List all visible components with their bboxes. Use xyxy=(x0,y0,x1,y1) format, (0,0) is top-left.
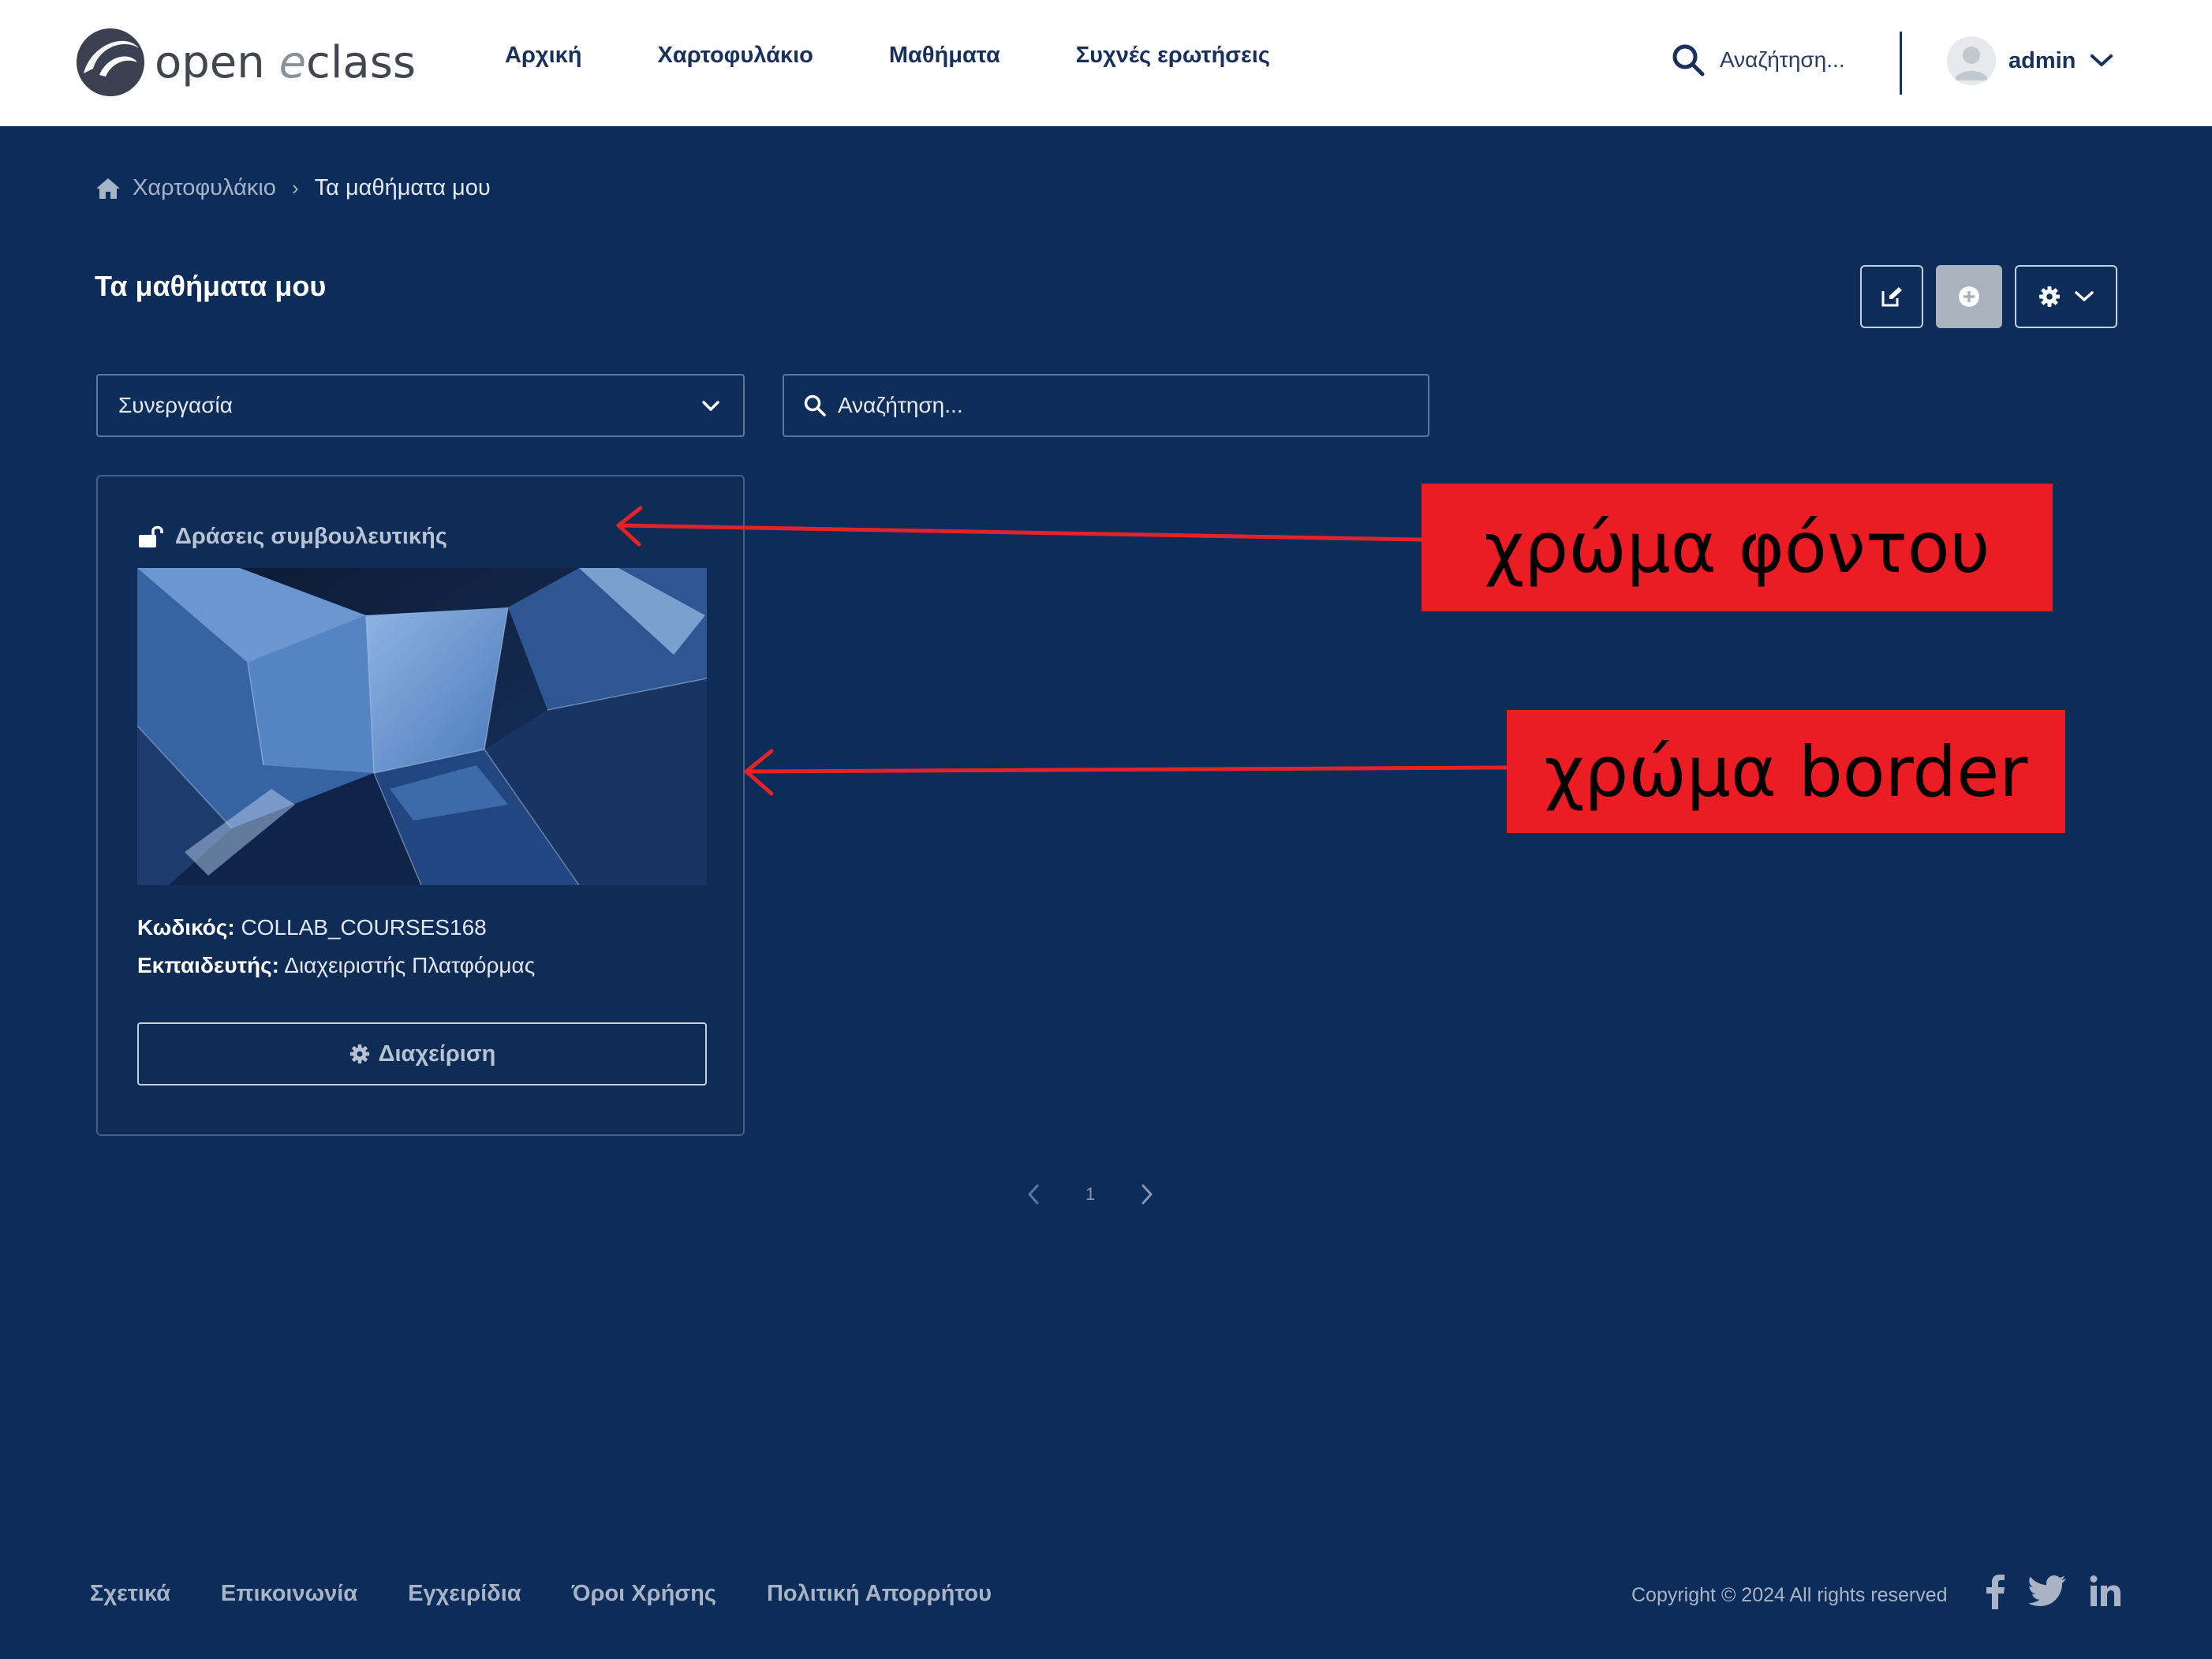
footer-links: Σχετικά Επικοινωνία Εγχειρίδια Όροι Χρήσ… xyxy=(90,1581,1042,1607)
chevron-down-icon xyxy=(2091,54,2113,66)
edit-button[interactable] xyxy=(1860,265,1923,328)
footer-link-privacy[interactable]: Πολιτική Απορρήτου xyxy=(767,1581,992,1607)
settings-dropdown-button[interactable] xyxy=(2015,265,2117,328)
manage-button-label: Διαχείριση xyxy=(378,1041,496,1067)
course-search-input[interactable]: Αναζήτηση... xyxy=(783,374,1429,437)
nav-faq[interactable]: Συχνές ερωτήσεις xyxy=(1076,43,1270,69)
course-card: Δράσεις συμβουλευτικής Κωδικός: COLLAB_C… xyxy=(96,475,745,1136)
breadcrumb-separator: › xyxy=(291,176,299,200)
footer-link-contact[interactable]: Επικοινωνία xyxy=(221,1581,357,1607)
page-title: Τα μαθήματα μου xyxy=(95,270,327,302)
gear-icon xyxy=(349,1044,369,1064)
annotation-background-color-text: χρώμα φόντου xyxy=(1484,506,1990,588)
top-navbar: open eclass Αρχική Χαρτοφυλάκιο Μαθήματα… xyxy=(0,0,2212,126)
annotation-background-color: χρώμα φόντου xyxy=(1422,484,2053,611)
add-course-button[interactable] xyxy=(1936,265,2002,328)
logo[interactable]: open eclass xyxy=(76,27,416,98)
breadcrumb-portfolio[interactable]: Χαρτοφυλάκιο xyxy=(133,175,276,201)
search-icon xyxy=(804,394,826,417)
course-card-title[interactable]: Δράσεις συμβουλευτικής xyxy=(137,524,447,550)
course-type-select[interactable]: Συνεργασία xyxy=(96,374,745,437)
gear-icon xyxy=(2039,286,2060,307)
course-image[interactable] xyxy=(137,568,707,885)
facebook-icon[interactable] xyxy=(1983,1575,2007,1609)
nav-courses[interactable]: Μαθήματα xyxy=(889,43,1000,69)
chevron-down-icon xyxy=(702,401,719,411)
home-icon[interactable] xyxy=(95,177,121,200)
header-search[interactable]: Αναζήτηση... xyxy=(1671,43,1845,77)
course-code: Κωδικός: COLLAB_COURSES168 xyxy=(137,915,487,940)
page-number[interactable]: 1 xyxy=(1085,1184,1095,1205)
eclass-logo-icon xyxy=(77,28,144,96)
course-code-label: Κωδικός: xyxy=(137,915,235,940)
chevron-left-icon[interactable] xyxy=(1026,1183,1041,1205)
annotation-border-color: χρώμα border xyxy=(1507,710,2065,833)
logo-text: open eclass xyxy=(155,36,417,88)
footer-link-terms[interactable]: Όροι Χρήσης xyxy=(572,1581,716,1607)
course-code-value: COLLAB_COURSES168 xyxy=(241,915,487,940)
course-instructor: Εκπαιδευτής: Διαχειριστής Πλατφόρμας xyxy=(137,953,535,978)
breadcrumb: Χαρτοφυλάκιο › Τα μαθήματα μου xyxy=(95,175,491,201)
course-instructor-value: Διαχειριστής Πλατφόρμας xyxy=(284,953,536,977)
arrow-to-card-border xyxy=(744,765,1509,774)
chevron-down-icon xyxy=(2075,291,2094,301)
course-instructor-label: Εκπαιδευτής: xyxy=(137,953,279,977)
main-nav: Αρχική Χαρτοφυλάκιο Μαθήματα Συχνές ερωτ… xyxy=(505,43,1346,69)
linkedin-icon[interactable] xyxy=(2089,1575,2122,1608)
nav-portfolio[interactable]: Χαρτοφυλάκιο xyxy=(658,43,813,69)
course-search-placeholder: Αναζήτηση... xyxy=(838,393,963,417)
course-title: Δράσεις συμβουλευτικής xyxy=(175,524,447,549)
footer-link-about[interactable]: Σχετικά xyxy=(90,1581,170,1607)
user-name: admin xyxy=(2008,47,2076,73)
twitter-icon[interactable] xyxy=(2029,1575,2067,1606)
unlock-icon xyxy=(139,525,163,547)
footer-link-manuals[interactable]: Εγχειρίδια xyxy=(408,1581,521,1607)
course-type-selected: Συνεργασία xyxy=(118,393,233,417)
nav-home[interactable]: Αρχική xyxy=(505,43,582,69)
annotation-border-color-text: χρώμα border xyxy=(1544,730,2028,813)
chevron-right-icon[interactable] xyxy=(1139,1183,1155,1205)
plus-circle-icon xyxy=(1959,286,1979,307)
copyright: Copyright © 2024 All rights reserved xyxy=(1631,1584,1948,1606)
pagination: 1 xyxy=(1026,1183,1155,1205)
user-menu[interactable]: admin xyxy=(1947,36,2113,85)
manage-button[interactable]: Διαχείριση xyxy=(137,1022,707,1085)
search-icon xyxy=(1672,44,1705,77)
edit-icon xyxy=(1881,287,1902,307)
header-search-placeholder: Αναζήτηση... xyxy=(1720,47,1845,72)
breadcrumb-current: Τα μαθήματα μου xyxy=(314,175,491,200)
avatar xyxy=(1947,36,1996,85)
header-divider xyxy=(1900,32,1902,95)
